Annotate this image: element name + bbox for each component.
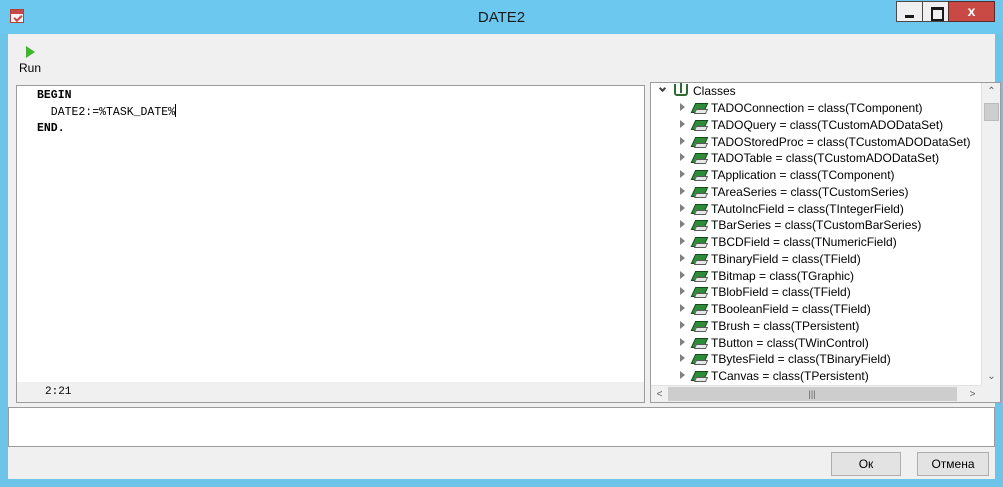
tree-item-label: TAreaSeries = class(TCustomSeries) [711,184,909,199]
code-area[interactable]: BEGIN DATE2:=%TASK_DATE% END. [37,88,644,137]
expand-icon[interactable] [658,84,667,93]
classes-tree[interactable]: Classes TADOConnection = class(TComponen… [650,82,1001,403]
cursor-position: 2:21 [45,386,72,398]
class-icon [691,319,707,332]
ok-button[interactable]: Ок [831,452,901,476]
toolbar: Run [8,34,995,80]
class-icon [691,101,707,114]
expand-icon[interactable] [680,237,685,245]
tree-item-label: TBooleanField = class(TField) [711,302,871,316]
class-icon [691,285,707,298]
editor-status: 2:21 [17,382,644,402]
tree-item-label: TApplication = class(TComponent) [711,168,895,182]
tree-content: Classes TADOConnection = class(TComponen… [651,83,981,383]
vertical-scrollbar[interactable]: ⌃ ⌄ [981,83,1000,385]
tree-item-label: TBlobField = class(TField) [711,285,851,300]
dialog-window: DATE2 x Run BEGIN DATE2:=%TASK_DATE% END.… [0,0,1003,487]
dialog-client-area: Run BEGIN DATE2:=%TASK_DATE% END. 2:21 Cl… [8,34,1001,479]
class-icon [691,151,707,164]
scroll-right-icon[interactable]: > [964,386,981,402]
maximize-button[interactable] [922,1,948,22]
class-icon [691,168,707,181]
class-icon [691,118,707,131]
tree-item-label: TButton = class(TWinControl) [711,335,869,350]
minimize-button[interactable] [896,1,922,22]
class-icon [691,352,707,365]
code-line-2-text: DATE2:=%TASK_DATE% [37,106,176,119]
class-icon [691,202,707,215]
expand-icon[interactable] [680,119,685,128]
expand-icon[interactable] [680,371,685,379]
script-editor[interactable]: BEGIN DATE2:=%TASK_DATE% END. 2:21 [16,85,645,403]
messages-panel[interactable] [8,407,995,447]
tree-item-label: TADOStoredProc = class(TCustomADODataSet… [711,134,971,149]
scroll-left-icon[interactable]: < [651,386,668,402]
expand-icon[interactable] [680,220,685,229]
title-bar[interactable]: DATE2 x [0,0,1003,34]
expand-icon[interactable] [680,270,685,279]
class-icon [691,269,707,282]
tree-item-label: TBytesField = class(TBinaryField) [711,352,891,367]
text-caret [175,104,177,117]
expand-icon[interactable] [680,170,685,178]
class-icon [691,135,707,148]
class-icon [691,185,707,198]
expand-icon[interactable] [680,203,685,212]
open-book-icon [674,83,688,96]
expand-icon[interactable] [680,320,685,329]
vertical-scroll-thumb[interactable] [984,103,999,121]
expand-icon[interactable] [680,136,685,145]
tree-item-label: TBCDField = class(TNumericField) [711,235,897,249]
tree-item-label: TAutoIncField = class(TIntegerField) [711,201,904,216]
code-line-1: BEGIN [37,89,72,102]
class-icon [691,369,707,382]
grip-icon: ||| [808,389,816,399]
run-button[interactable]: Run [14,42,48,78]
tree-item-label: TBrush = class(TPersistent) [711,318,860,333]
cancel-button[interactable]: Отмена [917,452,989,476]
tree-item-label: TBinaryField = class(TField) [711,251,861,266]
editor-gutter [17,86,35,384]
scroll-corner [981,385,1000,402]
horizontal-scrollbar[interactable]: < ||| > [651,385,981,402]
close-button[interactable]: x [948,1,995,22]
tree-item-label: TBarSeries = class(TCustomBarSeries) [711,218,922,233]
class-icon [691,252,707,265]
expand-icon[interactable] [680,287,685,296]
expand-icon[interactable] [680,354,685,363]
scroll-up-icon[interactable]: ⌃ [983,83,1000,100]
tree-item-label: TBitmap = class(TGraphic) [711,268,855,283]
expand-icon[interactable] [680,153,685,162]
class-icon [691,218,707,231]
expand-icon[interactable] [680,337,685,346]
window-title: DATE2 [477,9,526,26]
tree-item-label: TADOQuery = class(TCustomADODataSet) [711,117,944,132]
expand-icon[interactable] [680,304,685,312]
scroll-down-icon[interactable]: ⌄ [983,368,1000,385]
play-icon [26,46,35,58]
tree-item-label: TADOTable = class(TCustomADODataSet) [711,151,940,166]
close-icon: x [967,3,976,19]
expand-icon[interactable] [680,103,685,111]
expand-icon[interactable] [680,253,685,262]
tree-root-label: Classes [693,84,736,98]
class-icon [691,336,707,349]
class-icon [691,235,707,248]
expand-icon[interactable] [680,186,685,195]
class-icon [691,302,707,315]
horizontal-scroll-thumb[interactable]: ||| [668,387,957,401]
code-line-2: DATE2:=%TASK_DATE% [37,104,644,121]
tree-item-label: TADOConnection = class(TComponent) [711,101,923,115]
run-label: Run [19,61,42,75]
code-line-3: END. [37,122,65,135]
tree-item-label: TCanvas = class(TPersistent) [711,369,869,383]
